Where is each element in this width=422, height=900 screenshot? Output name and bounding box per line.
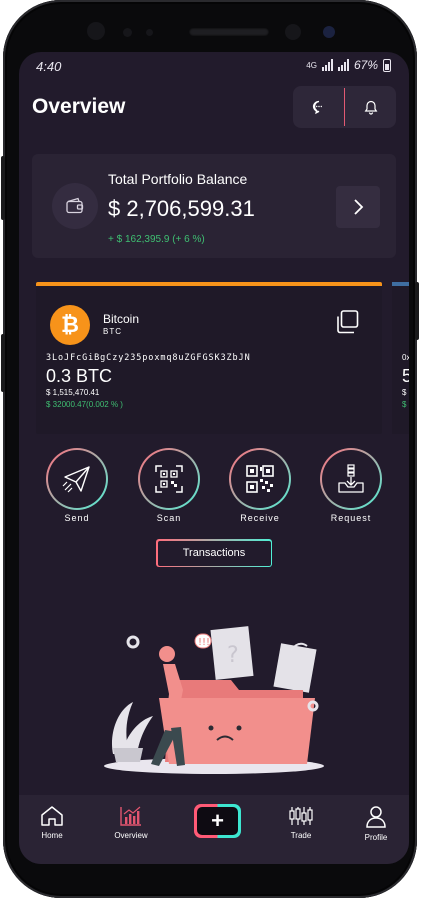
bitcoin-wallet-card[interactable]: ₿ Bitcoin BTC 3LoJFcGiBgCzy235poxmq8uZGF… — [36, 282, 382, 434]
chart-icon — [120, 806, 141, 826]
qr-scan-icon — [155, 465, 183, 493]
coin-amount: 0.3 BTC — [46, 366, 113, 386]
peek-address: 0x — [402, 353, 409, 362]
network-icon: 4G — [306, 60, 317, 70]
peek-price: $ — [402, 400, 407, 409]
scan-button[interactable] — [138, 448, 200, 510]
nav-trade-label: Trade — [290, 831, 312, 840]
next-wallet-card[interactable]: 0x 5 $ $ — [392, 282, 409, 434]
power-button — [415, 282, 419, 340]
app-screen: 4:40 4G 67% Overview Total Portfolio Bal… — [19, 52, 409, 864]
send-icon — [62, 466, 90, 493]
balance-label: Total Portfolio Balance — [108, 171, 248, 187]
home-icon — [41, 806, 63, 826]
send-action[interactable]: Send — [45, 448, 109, 523]
scan-action[interactable]: Scan — [137, 448, 201, 523]
add-button[interactable]: + — [194, 804, 241, 838]
copy-address-button[interactable] — [334, 309, 360, 335]
nav-profile-label: Profile — [364, 833, 388, 842]
battery-icon — [383, 58, 391, 72]
volume-button — [1, 156, 5, 220]
request-label: Request — [330, 513, 372, 523]
front-camera — [285, 24, 301, 40]
chevron-right-icon — [354, 199, 364, 215]
notifications-button[interactable] — [345, 86, 396, 128]
empty-state-illustration: ? !!! — [104, 626, 324, 774]
bixby-button — [1, 334, 5, 392]
portfolio-balance-card: Total Portfolio Balance $ 2,706,599.31 +… — [32, 154, 396, 258]
nav-trade[interactable]: Trade — [271, 805, 331, 840]
signal-icon-2 — [337, 59, 349, 71]
coin-fiat-value: $ 1,515,470.41 — [46, 388, 100, 397]
front-camera-lens — [323, 26, 335, 38]
qr-code-icon — [246, 465, 274, 493]
status-bar: 4:40 4G 67% — [19, 52, 409, 80]
receive-action[interactable]: Receive — [228, 448, 292, 523]
bell-icon — [364, 100, 377, 115]
wallet-icon-container — [52, 183, 98, 229]
transactions-button[interactable]: Transactions — [156, 539, 272, 567]
chat-button[interactable] — [293, 86, 344, 128]
peek-amount: 5 — [402, 366, 409, 386]
nav-home[interactable]: Home — [22, 805, 82, 840]
wallet-icon — [66, 197, 84, 214]
coin-name: Bitcoin — [103, 312, 140, 326]
light-sensor — [146, 29, 153, 36]
scan-label: Scan — [156, 513, 182, 523]
send-button[interactable] — [46, 448, 108, 510]
svg-text:!!!: !!! — [198, 637, 210, 648]
receive-button[interactable] — [229, 448, 291, 510]
copy-icon — [337, 310, 359, 334]
quick-actions: Send Scan Receive Request — [45, 448, 383, 528]
iris-sensor — [87, 22, 105, 40]
user-icon — [366, 806, 386, 828]
wallet-address: 3LoJFcGiBgCzy235poxmq8uZGFGSK3ZbJN — [46, 353, 251, 363]
status-icons: 4G 67% — [306, 58, 391, 72]
header-actions — [293, 86, 396, 128]
receive-label: Receive — [240, 513, 280, 523]
nav-overview-label: Overview — [114, 831, 148, 840]
transactions-label: Transactions — [157, 540, 271, 566]
balance-value: $ 2,706,599.31 — [108, 196, 255, 221]
status-time: 4:40 — [36, 59, 62, 74]
nav-overview[interactable]: Overview — [101, 805, 161, 840]
battery-percent: 67% — [353, 58, 378, 72]
request-icon — [338, 464, 364, 493]
svg-text:?: ? — [227, 643, 239, 668]
bottom-navigation: Home Overview + Trade Profile — [19, 795, 409, 864]
chat-icon — [312, 100, 322, 115]
coin-price-change: $ 32000.47(0.002 % ) — [46, 400, 123, 409]
candlestick-icon — [289, 807, 313, 825]
balance-change: + $ 162,395.9 (+ 6 %) — [108, 234, 205, 245]
plus-icon: + — [197, 807, 238, 835]
send-label: Send — [64, 513, 90, 523]
bitcoin-logo-icon: ₿ — [50, 305, 90, 345]
request-action[interactable]: Request — [319, 448, 383, 523]
proximity-sensor — [123, 28, 132, 37]
coin-symbol: BTC — [103, 327, 122, 336]
balance-details-button[interactable] — [336, 186, 380, 228]
nav-profile[interactable]: Profile — [346, 805, 406, 842]
signal-icon — [321, 59, 333, 71]
nav-home-label: Home — [41, 831, 63, 840]
request-button[interactable] — [320, 448, 382, 510]
earpiece-speaker — [189, 28, 269, 36]
page-title: Overview — [32, 95, 126, 118]
phone-frame: 4:40 4G 67% Overview Total Portfolio Bal… — [1, 0, 419, 898]
peek-fiat: $ — [402, 388, 407, 397]
